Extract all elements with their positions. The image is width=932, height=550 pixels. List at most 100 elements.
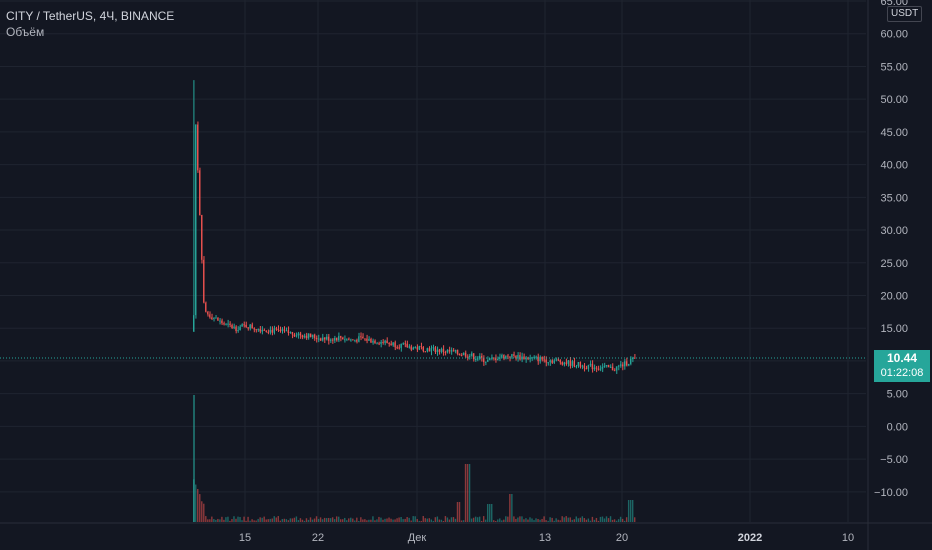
- candle-body: [374, 340, 376, 344]
- candle-body: [390, 343, 392, 346]
- candle-body: [337, 336, 340, 341]
- candle-body: [517, 355, 519, 359]
- candle-body: [193, 315, 195, 332]
- candle-body: [601, 367, 604, 369]
- price-tick-label: 60.00: [880, 29, 908, 41]
- volume-bar: [392, 519, 394, 522]
- volume-label[interactable]: Объём: [6, 24, 174, 40]
- candle-body: [607, 365, 610, 368]
- volume-bar: [297, 520, 300, 522]
- volume-bar: [505, 516, 507, 522]
- candle-body: [305, 335, 308, 339]
- volume-bar: [382, 519, 384, 522]
- candle-body: [225, 323, 227, 325]
- candle-body: [382, 341, 384, 343]
- candle-body: [581, 365, 584, 367]
- candle-body: [452, 350, 455, 352]
- candle-body: [563, 362, 565, 365]
- volume-bar: [303, 520, 306, 522]
- volume-bar: [533, 520, 535, 522]
- volume-bar: [215, 519, 217, 522]
- volume-bar: [623, 520, 626, 522]
- chart-canvas[interactable]: 65.0060.0055.0050.0045.0040.0035.0030.00…: [0, 0, 932, 550]
- volume-bar: [267, 519, 269, 522]
- volume-bar: [275, 517, 277, 522]
- volume-bar: [593, 519, 596, 522]
- price-tick-label: −5.00: [880, 454, 908, 466]
- volume-bar: [442, 520, 445, 522]
- candle-body: [591, 363, 594, 370]
- volume-bar: [213, 518, 215, 522]
- candle-body: [309, 333, 312, 337]
- volume-bar: [615, 520, 618, 522]
- volume-bar: [362, 519, 364, 522]
- price-series: [193, 80, 636, 374]
- volume-bar: [559, 520, 561, 522]
- candle-body: [364, 338, 366, 340]
- candle-body: [589, 363, 592, 366]
- volume-bar: [396, 518, 398, 522]
- volume-bar: [555, 518, 557, 522]
- volume-bar: [474, 516, 477, 522]
- time-tick-label: 13: [539, 532, 551, 544]
- volume-bar: [551, 517, 553, 522]
- volume-bar: [291, 518, 294, 522]
- volume-bar: [364, 519, 366, 522]
- candle-body: [293, 334, 296, 337]
- candle-body: [213, 318, 215, 320]
- volume-bar: [609, 516, 612, 522]
- price-axis[interactable]: 65.0060.0055.0050.0045.0040.0035.0030.00…: [874, 0, 908, 499]
- bar-countdown: 01:22:08: [880, 367, 924, 379]
- symbol-title[interactable]: CITY / TetherUS, 4Ч, BINANCE: [6, 8, 174, 24]
- candle-body: [621, 364, 624, 367]
- volume-bar: [607, 518, 610, 522]
- candle-body: [247, 327, 249, 329]
- time-tick-label: 15: [239, 532, 251, 544]
- candle-body: [360, 336, 362, 338]
- candle-body: [372, 340, 374, 343]
- volume-bar: [257, 518, 259, 522]
- candle-body: [285, 330, 288, 332]
- volume-bar: [378, 516, 380, 522]
- candle-body: [456, 350, 459, 354]
- volume-bar: [539, 519, 541, 522]
- volume-bar: [335, 516, 338, 522]
- candle-body: [237, 330, 239, 332]
- candle-body: [609, 366, 612, 368]
- candle-body: [611, 366, 614, 371]
- volume-bar: [271, 518, 273, 522]
- candle-body: [370, 338, 372, 343]
- candle-body: [315, 337, 318, 340]
- candle-body: [241, 324, 243, 327]
- volume-bar: [408, 517, 410, 522]
- candle-body: [281, 329, 284, 332]
- volume-bar: [523, 519, 525, 522]
- candle-body: [617, 365, 620, 367]
- candle-body: [567, 360, 569, 364]
- candle-body: [416, 347, 418, 350]
- candle-body: [261, 329, 263, 332]
- candle-body: [199, 170, 201, 216]
- candle-body: [464, 352, 467, 357]
- candle-body: [579, 362, 582, 367]
- volume-bar: [366, 520, 368, 522]
- price-tick-label: 0.00: [887, 421, 908, 433]
- candle-body: [402, 343, 404, 345]
- volume-bar: [565, 516, 567, 522]
- volume-bar: [360, 517, 362, 522]
- price-tick-label: −10.00: [874, 487, 908, 499]
- volume-bar: [370, 519, 372, 522]
- candle-body: [339, 336, 342, 338]
- volume-bar: [605, 516, 608, 522]
- volume-bar: [319, 517, 322, 522]
- time-axis[interactable]: 15 22 Дек 13 20 2022 10: [239, 532, 854, 544]
- price-tick-label: 25.00: [880, 258, 908, 270]
- volume-bar: [321, 519, 324, 522]
- volume-bar: [424, 518, 426, 522]
- price-tick-label: 35.00: [880, 192, 908, 204]
- volume-bar: [521, 516, 523, 522]
- volume-bar: [513, 516, 515, 522]
- candle-body: [368, 338, 370, 341]
- volume-bar: [197, 489, 199, 522]
- candle-body: [484, 361, 487, 363]
